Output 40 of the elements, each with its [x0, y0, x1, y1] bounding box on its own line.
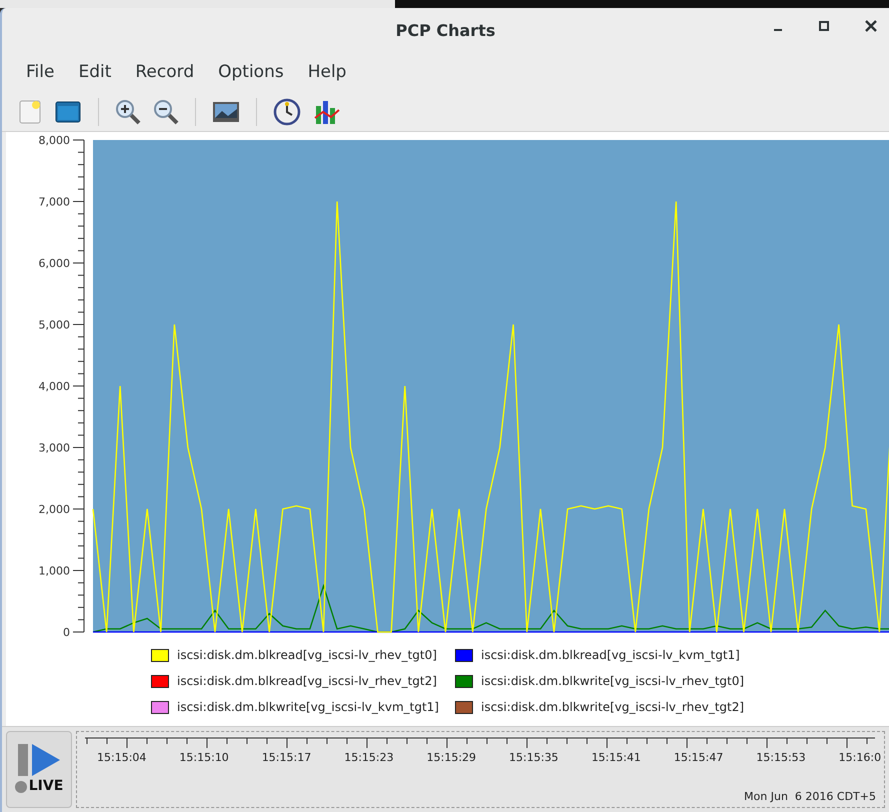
legend-label: iscsi:disk.dm.blkwrite[vg_iscsi-lv_rhev_tgt0] [481, 673, 744, 690]
menu-item[interactable]: File [26, 60, 54, 86]
time-label: 15:15:04 [97, 750, 146, 766]
menu-item[interactable]: Record [135, 60, 194, 86]
axis-label: 4,000 [38, 380, 70, 393]
axis-label: 3,000 [38, 442, 70, 454]
axis-label: 8,000 [38, 134, 70, 147]
menu-item[interactable]: Options [218, 60, 284, 86]
image-icon[interactable] [212, 100, 240, 122]
axis-label: 7,000 [38, 196, 70, 208]
menu-item[interactable]: Help [308, 60, 346, 86]
time-label: 15:15:35 [509, 750, 558, 766]
zoom-out-icon[interactable] [153, 98, 179, 124]
axis-label: 1,000 [38, 564, 70, 578]
time-label: 15:16:0 [838, 750, 882, 766]
time-label: 15:15:41 [591, 750, 641, 766]
time-label: 15:15:29 [426, 750, 476, 766]
live-button[interactable]: LIVE [6, 731, 72, 808]
time-label: 15:15:10 [179, 750, 229, 766]
time-label: 15:15:53 [756, 750, 806, 766]
time-label: 15:15:47 [674, 750, 724, 766]
time-label: 15:15:17 [262, 750, 312, 766]
clock-icon[interactable] [273, 98, 301, 126]
close-icon[interactable] [865, 20, 877, 32]
maximize-icon[interactable] [819, 21, 829, 31]
axis-label: 0 [63, 626, 70, 639]
legend-label: iscsi:disk.dm.blkwrite[vg_iscsi-lv_kvm_tgt1] [177, 699, 439, 716]
folder-icon[interactable] [54, 100, 82, 124]
time-label: 15:15:23 [344, 750, 394, 766]
zoom-in-icon[interactable] [115, 98, 141, 124]
legend-label: iscsi:disk.dm.blkwrite[vg_iscsi-lv_rhev_tgt2] [481, 699, 744, 716]
legend-label: iscsi:disk.dm.blkread[vg_iscsi-lv_kvm_tgt1] [481, 647, 740, 664]
axis-label: 5,000 [38, 318, 70, 332]
menu-item[interactable]: Edit [78, 60, 112, 86]
axis-label: 2,000 [38, 503, 70, 516]
axis-label: 6,000 [38, 257, 70, 270]
legend-label: iscsi:disk.dm.blkread[vg_iscsi-lv_rhev_tgt0] [177, 647, 437, 664]
legend-label: iscsi:disk.dm.blkread[vg_iscsi-lv_rhev_tgt2] [177, 673, 437, 690]
date-label: Mon Jun 6 2016 CDT+5 [744, 788, 876, 804]
window-title: PCP Charts [396, 20, 496, 42]
